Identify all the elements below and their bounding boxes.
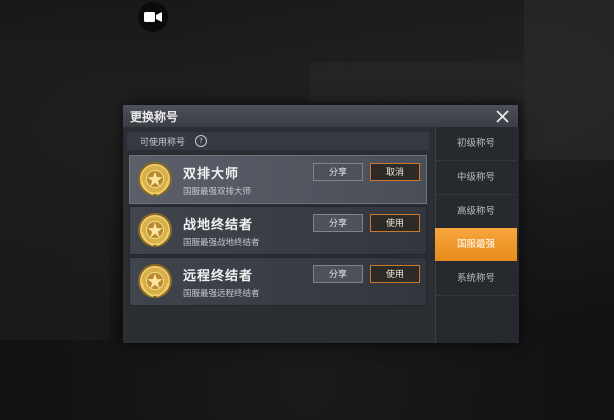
use-button[interactable]: 使用 — [370, 265, 420, 283]
video-camera-icon — [144, 12, 162, 22]
title-name: 双排大师 — [183, 167, 240, 182]
background-panel — [310, 62, 530, 102]
title-description: 国服最强战地终结者 — [183, 238, 260, 248]
cancel-button[interactable]: 取消 — [370, 163, 420, 181]
use-button[interactable]: 使用 — [370, 214, 420, 232]
available-titles-header: 可使用称号 ? — [127, 132, 429, 150]
title-row[interactable]: 战地终结者 国服最强战地终结者 分享 使用 — [129, 206, 427, 255]
tab-beginner-titles[interactable]: 初级称号 — [436, 127, 516, 161]
change-title-dialog: 更换称号 可使用称号 ? 双排大师 国服最强双排大师 分享 取消 战地终结者 国… — [123, 105, 519, 343]
tab-system-titles[interactable]: 系统称号 — [436, 262, 516, 296]
share-button[interactable]: 分享 — [313, 214, 363, 232]
title-row[interactable]: 双排大师 国服最强双排大师 分享 取消 — [129, 155, 427, 204]
tab-server-strongest[interactable]: 国服最强 — [435, 228, 517, 261]
share-button[interactable]: 分享 — [313, 265, 363, 283]
title-name: 战地终结者 — [183, 218, 254, 233]
record-video-button[interactable] — [138, 2, 168, 32]
tab-advanced-titles[interactable]: 高级称号 — [436, 195, 516, 229]
title-row[interactable]: 远程终结者 国服最强远程终结者 分享 使用 — [129, 257, 427, 306]
title-description: 国服最强远程终结者 — [183, 289, 260, 299]
available-titles-label: 可使用称号 — [140, 138, 186, 148]
dialog-header: 更换称号 — [123, 105, 518, 127]
close-button[interactable] — [492, 106, 512, 126]
title-description: 国服最强双排大师 — [183, 187, 252, 197]
laurel-medal-icon — [137, 263, 173, 299]
laurel-medal-icon — [137, 161, 173, 197]
background-panel — [524, 0, 614, 160]
tab-intermediate-titles[interactable]: 中级称号 — [436, 161, 516, 195]
dialog-title: 更换称号 — [130, 110, 179, 124]
title-list-panel: 可使用称号 ? 双排大师 国服最强双排大师 分享 取消 战地终结者 国服最强战地… — [127, 132, 429, 340]
share-button[interactable]: 分享 — [313, 163, 363, 181]
laurel-medal-icon — [137, 212, 173, 248]
question-icon[interactable]: ? — [195, 135, 207, 147]
background-panel — [0, 40, 110, 340]
title-category-tabs: 初级称号 中级称号 高级称号 国服最强 系统称号 — [435, 127, 519, 343]
title-name: 远程终结者 — [183, 269, 254, 284]
close-icon — [495, 109, 509, 123]
